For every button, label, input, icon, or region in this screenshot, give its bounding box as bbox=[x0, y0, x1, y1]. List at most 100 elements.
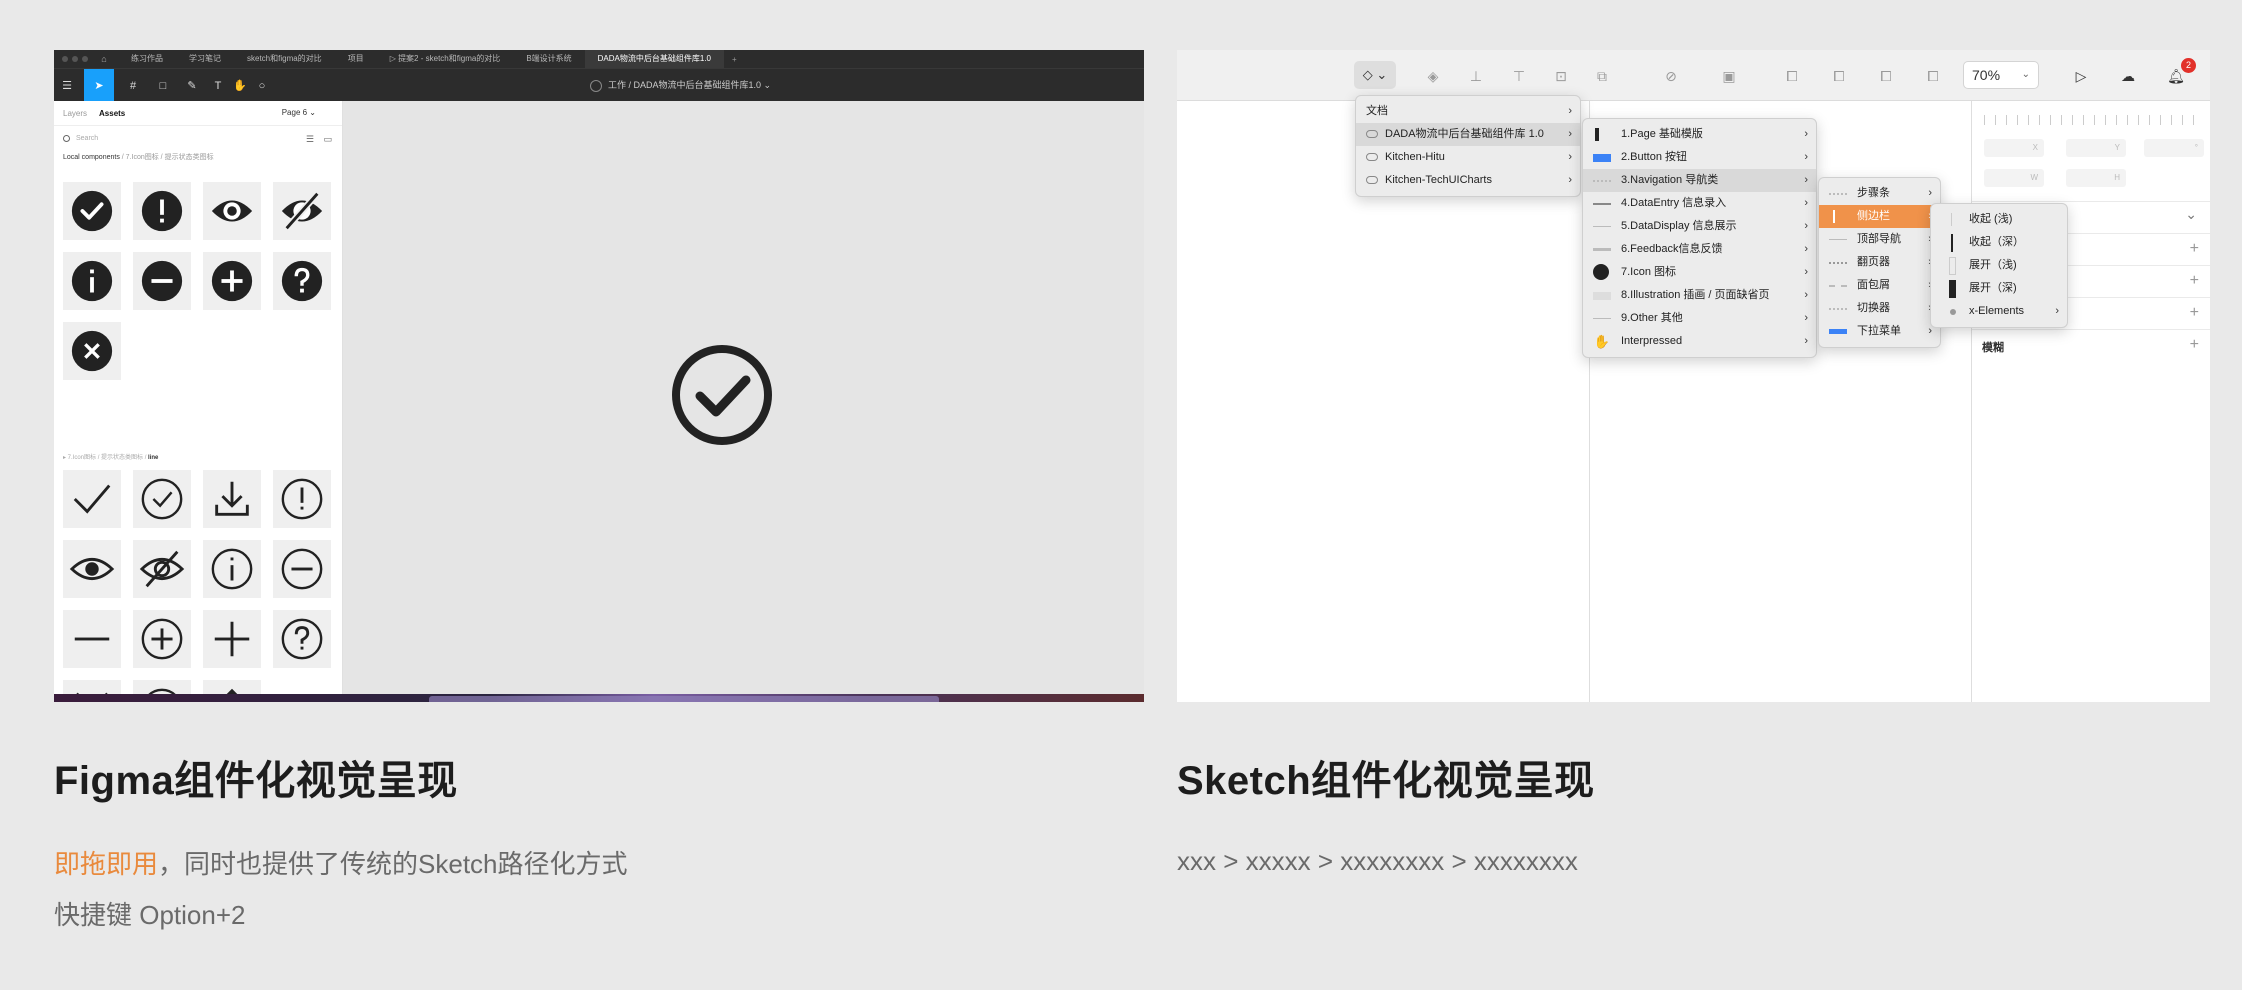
width-field[interactable]: W bbox=[1984, 169, 2044, 187]
menu-item[interactable]: 2.Button 按钮 › bbox=[1583, 146, 1816, 169]
x-field[interactable]: X bbox=[1984, 139, 2044, 157]
menu-item[interactable]: 面包屑› bbox=[1819, 274, 1940, 297]
add-icon[interactable]: + bbox=[2190, 336, 2199, 354]
shape-tool-icon[interactable]: □ bbox=[150, 69, 176, 102]
add-icon[interactable]: + bbox=[2190, 240, 2199, 258]
menu-item[interactable]: 9.Other 其他 › bbox=[1583, 307, 1816, 330]
add-icon[interactable]: + bbox=[2190, 304, 2199, 322]
tab[interactable]: 练习作品 bbox=[118, 50, 176, 68]
menu-item[interactable]: 顶部导航› bbox=[1819, 228, 1940, 251]
eye-line-icon[interactable] bbox=[63, 540, 121, 598]
blur-row[interactable]: 模糊 + bbox=[1972, 329, 2210, 361]
y-field[interactable]: Y bbox=[2066, 139, 2126, 157]
intersect-icon[interactable]: ⧠ bbox=[1874, 64, 1898, 88]
pen-tool-icon[interactable]: ✎ bbox=[180, 69, 204, 102]
minus-circle-line-icon[interactable] bbox=[273, 540, 331, 598]
tab[interactable]: B端设计系统 bbox=[513, 50, 584, 68]
menu-item[interactable]: Kitchen-TechUICharts › bbox=[1356, 169, 1580, 192]
menu-item[interactable]: 展开（深) bbox=[1931, 277, 2067, 300]
menu-item[interactable]: 4.DataEntry 信息录入 › bbox=[1583, 192, 1816, 215]
menu-item[interactable]: 3.Navigation 导航类 › bbox=[1583, 169, 1816, 192]
download-line-icon[interactable] bbox=[203, 470, 261, 528]
check-solid-icon[interactable] bbox=[63, 182, 121, 240]
page-selector[interactable]: Page 6 ⌄ bbox=[282, 108, 316, 117]
paint-icon[interactable]: ⊤ bbox=[1507, 64, 1531, 88]
window-controls[interactable] bbox=[62, 56, 88, 62]
info-circle-line-icon[interactable] bbox=[203, 540, 261, 598]
insert-symbol-button[interactable]: ◇ ⌄ bbox=[1354, 61, 1396, 89]
new-tab-button[interactable]: + bbox=[724, 55, 745, 64]
difference-icon[interactable]: ⧠ bbox=[1921, 64, 1945, 88]
tab[interactable]: 项目 bbox=[335, 50, 377, 68]
eye-off-line-icon[interactable] bbox=[133, 540, 191, 598]
check-circle-icon[interactable] bbox=[670, 343, 774, 447]
comment-tool-icon[interactable]: ○ bbox=[252, 69, 272, 102]
create-symbol-icon[interactable]: ◈ bbox=[1421, 64, 1445, 88]
menu-item[interactable]: 下拉菜单 › bbox=[1819, 320, 1940, 343]
menu-item[interactable]: 收起 (浅) bbox=[1931, 208, 2067, 231]
exclaim-solid-icon[interactable] bbox=[133, 182, 191, 240]
exclaim-circle-line-icon[interactable] bbox=[273, 470, 331, 528]
menu-item[interactable]: 5.DataDisplay 信息展示 › bbox=[1583, 215, 1816, 238]
add-icon[interactable]: + bbox=[2190, 272, 2199, 290]
mask-icon[interactable]: ⧉ bbox=[1590, 64, 1614, 88]
library-icon[interactable]: ▭ bbox=[323, 134, 332, 145]
tab-active[interactable]: DADA物流中后台基础组件库1.0 bbox=[584, 50, 725, 68]
menu-item-selected[interactable]: 侧边栏› bbox=[1819, 205, 1940, 228]
plus-circle-line-icon[interactable] bbox=[133, 610, 191, 668]
menu-item[interactable]: x-Elements › bbox=[1931, 300, 2067, 323]
check-circle-line-icon[interactable] bbox=[133, 470, 191, 528]
main-menu-icon[interactable]: ☰ bbox=[54, 69, 80, 102]
menu-item[interactable]: 1.Page 基础模版 › bbox=[1583, 123, 1816, 146]
subtract-icon[interactable]: ⧠ bbox=[1827, 64, 1851, 88]
tab[interactable]: ▷ 提案2 - sketch和figma的对比 bbox=[377, 50, 514, 68]
eye-solid-icon[interactable] bbox=[203, 182, 261, 240]
cloud-icon[interactable]: ☁ bbox=[2116, 64, 2140, 88]
menu-item[interactable]: DADA物流中后台基础组件库 1.0 › bbox=[1356, 123, 1580, 146]
zoom-select[interactable]: 70% ⌄ bbox=[1963, 61, 2039, 89]
edit-icon[interactable]: ⊘ bbox=[1659, 64, 1683, 88]
rotate-field[interactable]: ° bbox=[2144, 139, 2204, 157]
chevron-down-icon[interactable]: ⌄ bbox=[2185, 206, 2197, 223]
menu-item[interactable]: Kitchen-Hitu › bbox=[1356, 146, 1580, 169]
menu-item[interactable]: 切换器› bbox=[1819, 297, 1940, 320]
transform-icon[interactable]: ▣ bbox=[1717, 64, 1741, 88]
minus-solid-icon[interactable] bbox=[133, 252, 191, 310]
preview-icon[interactable]: ▷ bbox=[2069, 64, 2093, 88]
breadcrumb[interactable]: 工作 / DADA物流中后台基础组件库1.0 ⌄ bbox=[590, 69, 771, 102]
menu-item[interactable]: 收起（深） bbox=[1931, 231, 2067, 254]
menu-item[interactable]: 8.Illustration 插画 / 页面缺省页 › bbox=[1583, 284, 1816, 307]
scale-icon[interactable]: ⊡ bbox=[1549, 64, 1573, 88]
close-solid-icon[interactable] bbox=[63, 322, 121, 380]
info-solid-icon[interactable] bbox=[63, 252, 121, 310]
hand-tool-icon[interactable]: ✋ bbox=[230, 69, 250, 102]
check-line-icon[interactable] bbox=[63, 470, 121, 528]
minus-line-icon[interactable] bbox=[63, 610, 121, 668]
eye-off-solid-icon[interactable] bbox=[273, 182, 331, 240]
menu-item[interactable]: 翻页器› bbox=[1819, 251, 1940, 274]
text-tool-icon[interactable]: T bbox=[208, 69, 228, 102]
tab-layers[interactable]: Layers bbox=[63, 109, 87, 118]
list-view-icon[interactable]: ☰ bbox=[306, 134, 314, 145]
union-icon[interactable]: ⧠ bbox=[1780, 64, 1804, 88]
menu-item[interactable]: 7.Icon 图标 › bbox=[1583, 261, 1816, 284]
search-input[interactable]: Search bbox=[76, 135, 98, 142]
align-toolbar[interactable] bbox=[1972, 111, 2210, 131]
menu-item[interactable]: 6.Feedback信息反馈 › bbox=[1583, 238, 1816, 261]
menu-item[interactable]: 展开（浅) bbox=[1931, 254, 2067, 277]
height-field[interactable]: H bbox=[2066, 169, 2126, 187]
question-solid-icon[interactable] bbox=[273, 252, 331, 310]
move-tool-icon[interactable]: ➤ bbox=[84, 69, 114, 102]
menu-item[interactable]: 文档 › bbox=[1356, 100, 1580, 123]
plus-solid-icon[interactable] bbox=[203, 252, 261, 310]
assets-search[interactable]: Search ☰ ▭ bbox=[54, 125, 342, 151]
menu-item[interactable]: 步骤条 › bbox=[1819, 182, 1940, 205]
plus-line-icon[interactable] bbox=[203, 610, 261, 668]
home-icon[interactable]: ⌂ bbox=[96, 54, 112, 64]
forward-icon[interactable]: ⊥ bbox=[1464, 64, 1488, 88]
tab-assets[interactable]: Assets bbox=[99, 109, 125, 118]
tab[interactable]: sketch和figma的对比 bbox=[234, 50, 335, 68]
menu-item[interactable]: ✋ Interpressed › bbox=[1583, 330, 1816, 353]
question-circle-line-icon[interactable] bbox=[273, 610, 331, 668]
frame-tool-icon[interactable]: # bbox=[120, 69, 146, 102]
